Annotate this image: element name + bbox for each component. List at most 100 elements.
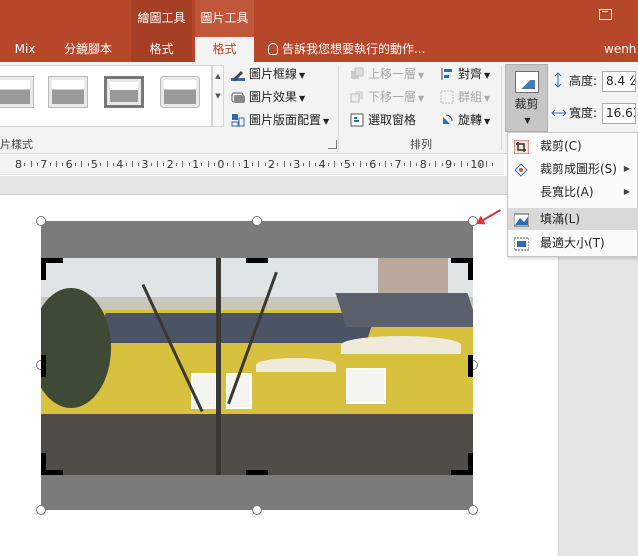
- tell-me-search[interactable]: 告訴我您想要執行的動作...: [268, 37, 425, 62]
- crop-dropdown-menu: 裁剪(C) 裁剪成圖形(S) ▶ 長寬比(A) ▶ 填滿(L) 最適大小(T): [507, 132, 638, 257]
- ruler-number: 7: [394, 158, 402, 171]
- ruler-tick: [125, 163, 127, 166]
- tab-drawing-format[interactable]: 格式: [131, 37, 192, 62]
- ruler-tick: [112, 163, 114, 166]
- crop-handle[interactable]: [246, 470, 268, 475]
- height-label-row: 高度:: [551, 70, 597, 92]
- width-label: 寬度:: [569, 106, 598, 120]
- ruler-tick: [359, 161, 361, 167]
- height-input[interactable]: 8.4 公: [602, 71, 636, 92]
- width-input[interactable]: 16.63: [602, 103, 636, 124]
- ruler-number: 1: [192, 158, 200, 171]
- ruler-tick: [252, 163, 254, 166]
- menu-item-crop-to-shape[interactable]: 裁剪成圖形(S) ▶: [508, 158, 638, 180]
- ruler-tick: [36, 163, 38, 166]
- ruler-tick: [283, 161, 285, 167]
- dialog-launcher-icon[interactable]: [328, 140, 337, 149]
- ruler-tick: [391, 163, 393, 166]
- align-label: 對齊: [458, 67, 483, 81]
- ruler-number: 7: [40, 158, 48, 171]
- crop-handle[interactable]: [41, 453, 46, 475]
- crop-button[interactable]: 裁剪 ▼: [505, 64, 548, 132]
- crop-handle[interactable]: [468, 355, 473, 377]
- fit-icon: [513, 236, 530, 251]
- ribbon-display-options-icon[interactable]: [599, 9, 612, 20]
- ruler-tick: [30, 161, 32, 167]
- photo-tree-branch: [141, 283, 204, 413]
- picture-style-thumb[interactable]: [104, 76, 144, 108]
- tab-mix[interactable]: Mix: [0, 37, 50, 62]
- menu-item-crop[interactable]: 裁剪(C): [508, 135, 638, 157]
- ruler-tick: [49, 163, 51, 166]
- ruler-tick: [378, 163, 380, 166]
- tab-storyboard[interactable]: 分鏡腳本: [52, 37, 124, 62]
- ruler-tick: [24, 163, 26, 166]
- picture-style-thumb[interactable]: [0, 76, 34, 108]
- resize-handle[interactable]: [36, 505, 46, 515]
- picture-style-thumb[interactable]: [160, 76, 200, 108]
- ruler-tick: [302, 163, 304, 166]
- effects-icon: [231, 90, 245, 104]
- submenu-arrow-icon: ▶: [623, 164, 630, 173]
- picture[interactable]: [41, 258, 473, 475]
- photo-tree-trunk: [216, 258, 221, 475]
- ruler-tick: [226, 163, 228, 166]
- bring-forward-button[interactable]: 上移一層 ▼: [350, 64, 424, 84]
- resize-handle[interactable]: [36, 216, 46, 226]
- ruler-tick: [131, 161, 133, 167]
- rotate-button[interactable]: 旋轉 ▼: [440, 110, 490, 130]
- picture-styles-gallery: [0, 65, 212, 127]
- height-label: 高度:: [569, 74, 598, 88]
- tab-picture-format[interactable]: 格式: [195, 37, 254, 62]
- ruler-tick: [486, 161, 488, 167]
- ruler-tick: [207, 161, 209, 167]
- ruler-tick: [87, 163, 89, 166]
- picture-tools-group-label: 圖片工具: [195, 0, 254, 37]
- picture-style-thumb[interactable]: [48, 76, 88, 108]
- photo-window: [191, 373, 217, 409]
- ruler-tick: [62, 163, 64, 166]
- user-name[interactable]: wenh: [604, 37, 636, 62]
- selection-pane-button[interactable]: 選取窗格: [350, 110, 416, 130]
- ruler-number: 3: [293, 158, 301, 171]
- ruler-tick: [441, 163, 443, 166]
- align-icon: [440, 67, 454, 81]
- ruler-number: 5: [343, 158, 351, 171]
- send-backward-icon: [350, 90, 364, 104]
- crop-handle[interactable]: [41, 258, 46, 280]
- fill-icon: [513, 212, 530, 227]
- ruler-tick: [334, 161, 336, 167]
- ruler-number: 3: [141, 158, 149, 171]
- ruler-tick: [239, 163, 241, 166]
- resize-handle[interactable]: [252, 216, 262, 226]
- group-button[interactable]: 群組 ▼: [440, 87, 490, 107]
- crop-handle[interactable]: [468, 453, 473, 475]
- crop-handle[interactable]: [41, 355, 46, 377]
- menu-item-crop-label: 裁剪(C): [540, 139, 582, 153]
- crop-handle[interactable]: [468, 258, 473, 280]
- resize-handle[interactable]: [468, 505, 478, 515]
- gallery-scroll[interactable]: ▲ ▼: [212, 65, 224, 127]
- ruler-tick: [81, 161, 83, 167]
- ruler-tick: [479, 163, 481, 166]
- picture-effects-button[interactable]: 圖片效果 ▼: [231, 87, 305, 107]
- picture-layout-label: 圖片版面配置: [249, 113, 322, 127]
- ruler-tick: [157, 161, 159, 167]
- ruler-tick: [188, 163, 190, 166]
- ruler-tick: [416, 163, 418, 166]
- picture-layout-button[interactable]: 圖片版面配置 ▼: [231, 110, 329, 130]
- send-backward-button[interactable]: 下移一層 ▼: [350, 87, 424, 107]
- rotate-icon: [440, 113, 454, 127]
- resize-handle[interactable]: [252, 505, 262, 515]
- ruler-number: 9: [445, 158, 453, 171]
- menu-item-aspect-ratio[interactable]: 長寬比(A) ▶: [508, 181, 638, 203]
- ruler-tick: [201, 163, 203, 166]
- ruler-tick: [315, 163, 317, 166]
- crop-handle[interactable]: [246, 258, 268, 263]
- horizontal-ruler: 8 7 6 5 4 3 2 1 0 1 2 3 4 5 6 7 8 9 10: [0, 155, 504, 175]
- ruler-tick: [233, 161, 235, 167]
- menu-item-fit[interactable]: 最適大小(T): [508, 232, 638, 254]
- picture-border-button[interactable]: 圖片框線 ▼: [231, 64, 305, 84]
- align-button[interactable]: 對齊 ▼: [440, 64, 490, 84]
- menu-item-fill[interactable]: 填滿(L): [508, 208, 638, 230]
